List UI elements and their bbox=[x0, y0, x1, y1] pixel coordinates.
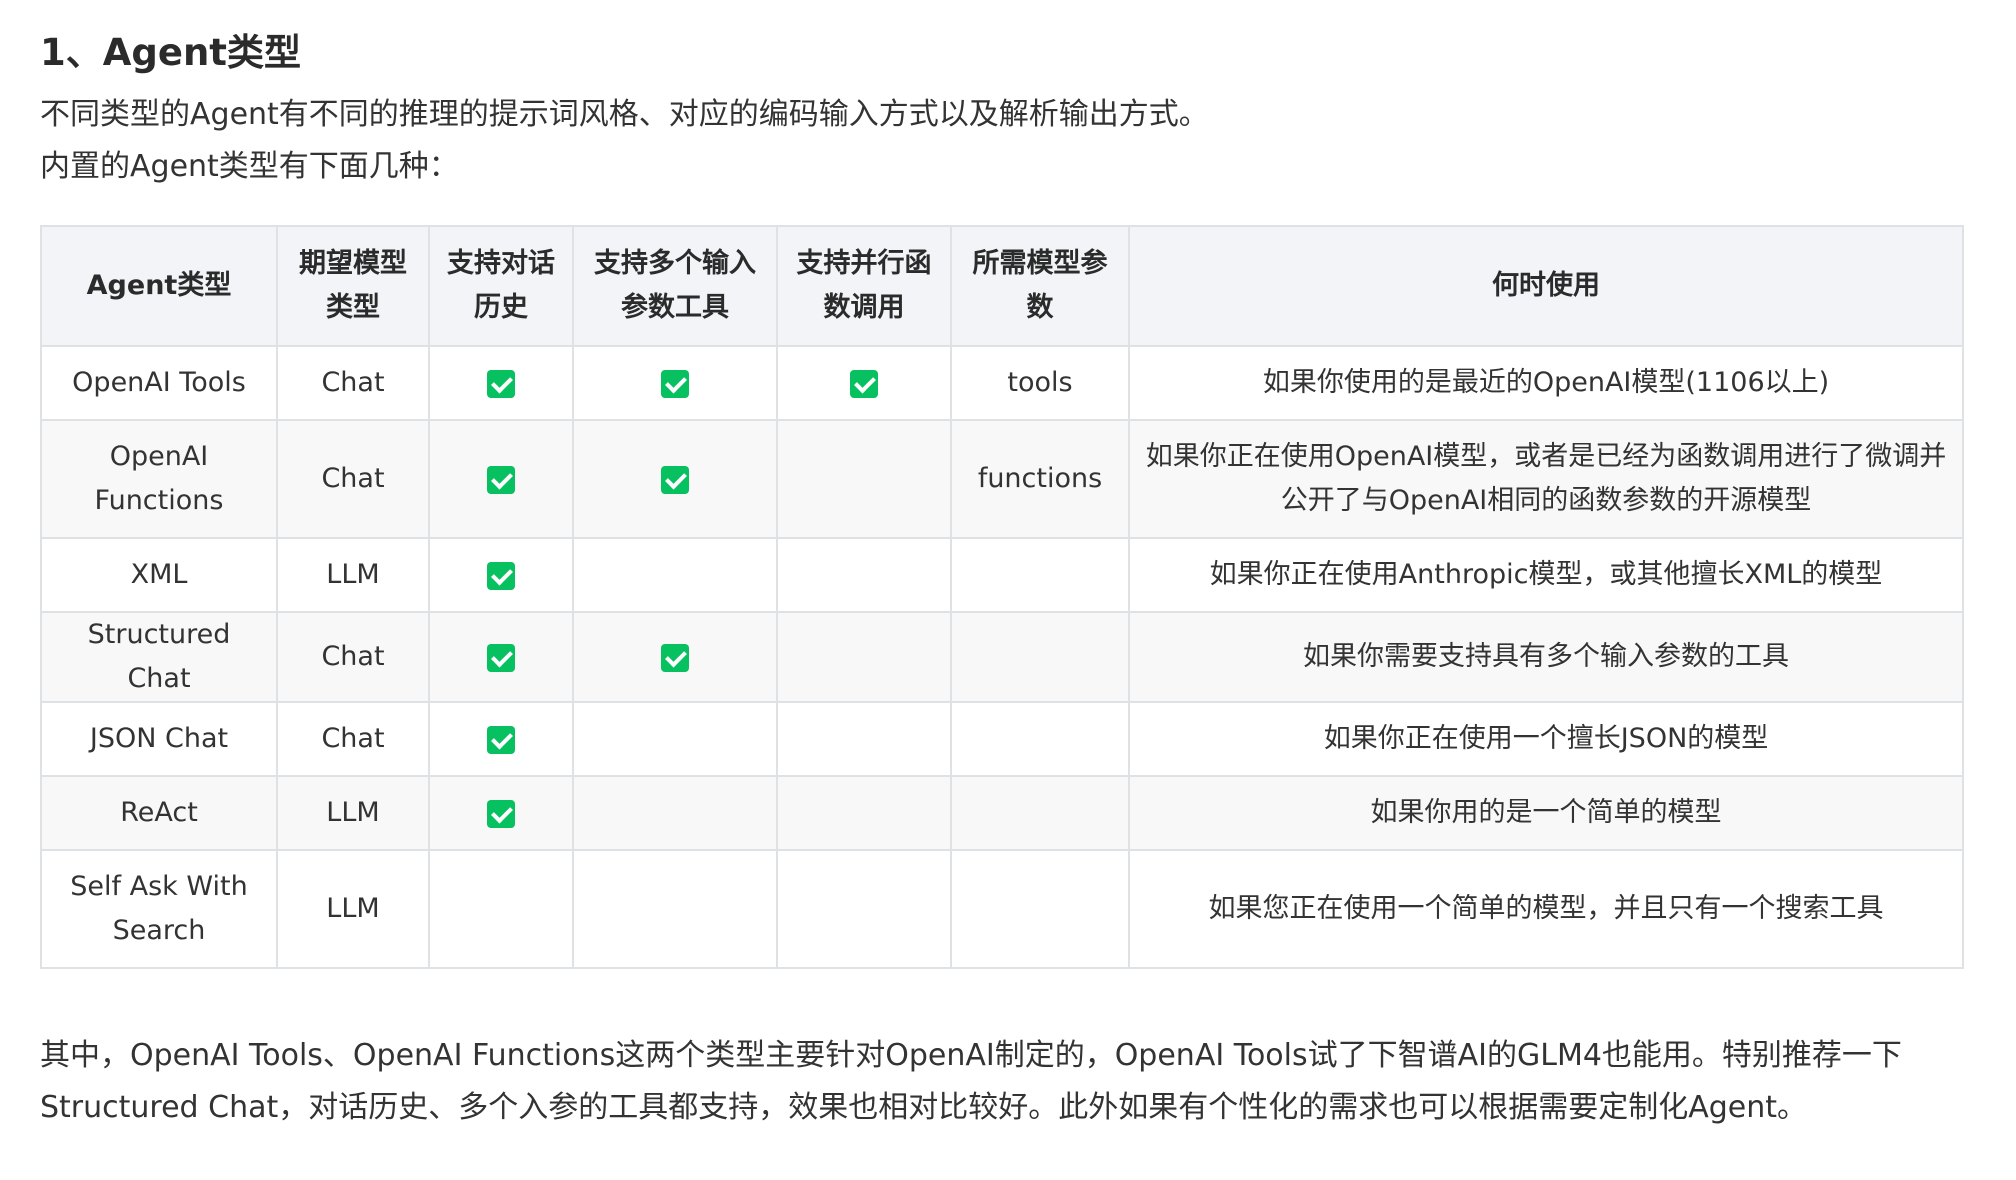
cell-parallel-calls bbox=[776, 537, 952, 613]
cell-chat-history bbox=[428, 701, 574, 777]
intro-paragraph-2: 内置的Agent类型有下面几种： bbox=[40, 149, 459, 184]
cell-multi-input-tools bbox=[572, 345, 778, 421]
cell-model-type: LLM bbox=[276, 775, 430, 851]
cell-model-type: LLM bbox=[276, 537, 430, 613]
cell-model-params bbox=[950, 849, 1130, 969]
cell-when-to-use: 如果你用的是一个简单的模型 bbox=[1128, 775, 1964, 851]
header-chat-history: 支持对话历史 bbox=[428, 225, 574, 347]
check-icon bbox=[661, 465, 689, 494]
intro-paragraph-1: 不同类型的Agent有不同的推理的提示词风格、对应的编码输入方式以及解析输出方式… bbox=[40, 97, 1209, 132]
cell-chat-history bbox=[428, 345, 574, 421]
check-icon bbox=[487, 369, 515, 398]
cell-parallel-calls bbox=[776, 775, 952, 851]
cell-agent-type: OpenAI Tools bbox=[40, 345, 278, 421]
header-multi-input-tools: 支持多个输入参数工具 bbox=[572, 225, 778, 347]
agent-types-table: Agent类型 期望模型类型 支持对话历史 支持多个输入参数工具 支持并行函数调… bbox=[40, 225, 1964, 969]
cell-multi-input-tools bbox=[572, 611, 778, 703]
header-model-params: 所需模型参数 bbox=[950, 225, 1130, 347]
cell-when-to-use: 如果你正在使用Anthropic模型，或其他擅长XML的模型 bbox=[1128, 537, 1964, 613]
page: 1、Agent类型 不同类型的Agent有不同的推理的提示词风格、对应的编码输入… bbox=[0, 0, 2016, 1180]
cell-model-type: Chat bbox=[276, 345, 430, 421]
header-agent-type: Agent类型 bbox=[40, 225, 278, 347]
table-row: ReAct LLM 如果你用的是一个简单的模型 bbox=[40, 775, 1964, 851]
cell-agent-type: XML bbox=[40, 537, 278, 613]
header-when-to-use: 何时使用 bbox=[1128, 225, 1964, 347]
table-row: JSON Chat Chat 如果你正在使用一个擅长JSON的模型 bbox=[40, 701, 1964, 777]
check-icon bbox=[487, 465, 515, 494]
table-header-row: Agent类型 期望模型类型 支持对话历史 支持多个输入参数工具 支持并行函数调… bbox=[40, 225, 1964, 347]
cell-model-params bbox=[950, 611, 1130, 703]
table-row: Structured Chat Chat 如果你需要支持具有多个输入参数的工具 bbox=[40, 611, 1964, 703]
cell-model-type: LLM bbox=[276, 849, 430, 969]
cell-model-type: Chat bbox=[276, 701, 430, 777]
check-icon bbox=[661, 369, 689, 398]
cell-model-type: Chat bbox=[276, 611, 430, 703]
check-icon bbox=[487, 561, 515, 590]
check-icon bbox=[487, 725, 515, 754]
table-row: XML LLM 如果你正在使用Anthropic模型，或其他擅长XML的模型 bbox=[40, 537, 1964, 613]
cell-multi-input-tools bbox=[572, 701, 778, 777]
cell-parallel-calls bbox=[776, 701, 952, 777]
check-icon bbox=[661, 643, 689, 672]
table-body: OpenAI Tools Chat tools 如果你使用的是最近的OpenAI模型(… bbox=[40, 345, 1964, 969]
cell-multi-input-tools bbox=[572, 419, 778, 539]
header-parallel-calls: 支持并行函数调用 bbox=[776, 225, 952, 347]
cell-when-to-use: 如果您正在使用一个简单的模型，并且只有一个搜索工具 bbox=[1128, 849, 1964, 969]
header-model-type: 期望模型类型 bbox=[276, 225, 430, 347]
cell-parallel-calls bbox=[776, 611, 952, 703]
cell-multi-input-tools bbox=[572, 537, 778, 613]
cell-model-params bbox=[950, 537, 1130, 613]
cell-chat-history bbox=[428, 537, 574, 613]
cell-parallel-calls bbox=[776, 345, 952, 421]
cell-agent-type: Structured Chat bbox=[40, 611, 278, 703]
cell-agent-type: OpenAI Functions bbox=[40, 419, 278, 539]
cell-chat-history bbox=[428, 611, 574, 703]
table-row: OpenAI Tools Chat tools 如果你使用的是最近的OpenAI模型(… bbox=[40, 345, 1964, 421]
table-row: Self Ask With Search LLM 如果您正在使用一个简单的模型，并且… bbox=[40, 849, 1964, 969]
section-heading: 1、Agent类型 bbox=[40, 31, 301, 74]
check-icon bbox=[487, 799, 515, 828]
check-icon bbox=[487, 643, 515, 672]
cell-model-type: Chat bbox=[276, 419, 430, 539]
cell-when-to-use: 如果你正在使用OpenAI模型，或者是已经为函数调用进行了微调并公开了与Open… bbox=[1128, 419, 1964, 539]
cell-parallel-calls bbox=[776, 419, 952, 539]
cell-chat-history bbox=[428, 849, 574, 969]
cell-parallel-calls bbox=[776, 849, 952, 969]
cell-chat-history bbox=[428, 419, 574, 539]
cell-model-params bbox=[950, 701, 1130, 777]
cell-multi-input-tools bbox=[572, 849, 778, 969]
cell-model-params: functions bbox=[950, 419, 1130, 539]
table-row: OpenAI Functions Chat functions 如果你正在使用Open… bbox=[40, 419, 1964, 539]
cell-when-to-use: 如果你使用的是最近的OpenAI模型(1106以上) bbox=[1128, 345, 1964, 421]
cell-when-to-use: 如果你需要支持具有多个输入参数的工具 bbox=[1128, 611, 1964, 703]
cell-model-params bbox=[950, 775, 1130, 851]
check-icon bbox=[850, 369, 878, 398]
cell-multi-input-tools bbox=[572, 775, 778, 851]
cell-agent-type: JSON Chat bbox=[40, 701, 278, 777]
cell-agent-type: ReAct bbox=[40, 775, 278, 851]
cell-chat-history bbox=[428, 775, 574, 851]
cell-model-params: tools bbox=[950, 345, 1130, 421]
cell-agent-type: Self Ask With Search bbox=[40, 849, 278, 969]
footer-paragraph: 其中，OpenAI Tools、OpenAI Functions这两个类型主要针… bbox=[40, 1038, 1902, 1125]
cell-when-to-use: 如果你正在使用一个擅长JSON的模型 bbox=[1128, 701, 1964, 777]
